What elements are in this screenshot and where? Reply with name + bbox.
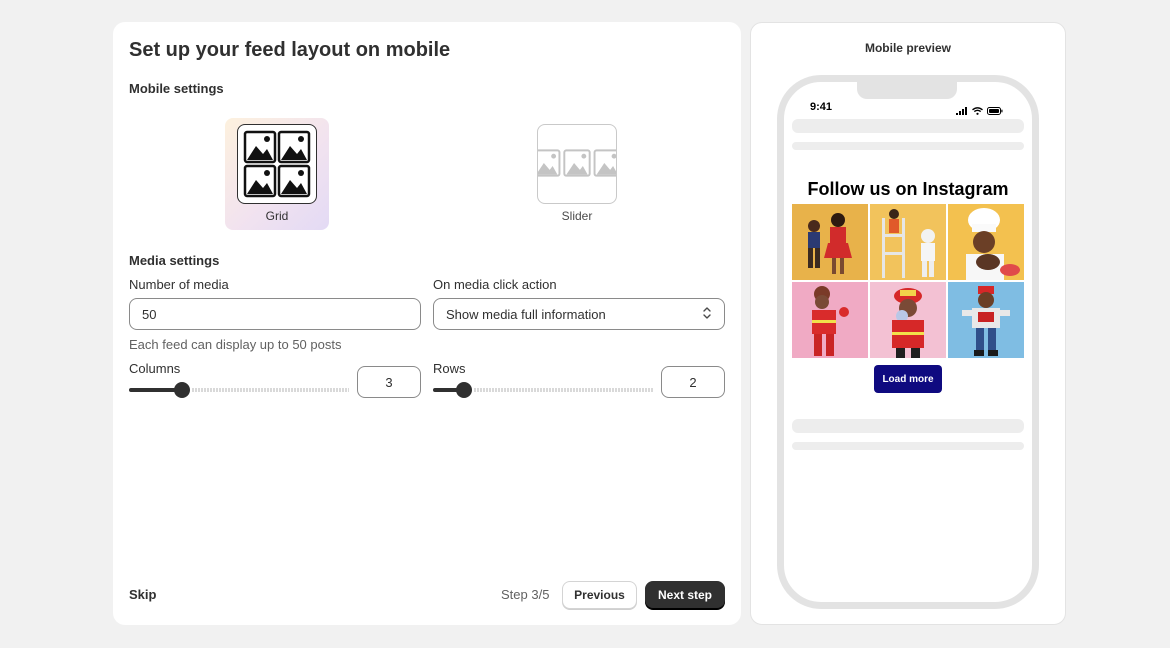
firefighter-kid-photo[interactable] (870, 282, 946, 358)
rows-slider[interactable] (433, 382, 653, 398)
page-title: Set up your feed layout on mobile (129, 39, 451, 61)
skeleton-bar (792, 142, 1024, 150)
number-of-media-input[interactable]: 50 (129, 298, 421, 330)
columns-value: 3 (385, 374, 393, 390)
status-bar-icons (956, 102, 1003, 120)
rows-input[interactable]: 2 (661, 366, 725, 398)
rows-label: Rows (433, 361, 466, 376)
signal-icon (956, 102, 968, 120)
firefighter-kid-pink-photo[interactable] (792, 282, 868, 358)
preview-title: Mobile preview (864, 41, 952, 55)
layout-option-label: Grid (265, 209, 289, 223)
skeleton-bar (792, 119, 1024, 133)
media-settings-heading: Media settings (129, 253, 220, 268)
kid-blue-wall-photo[interactable] (948, 282, 1024, 358)
click-action-select[interactable]: Show media full information (433, 298, 725, 330)
slider-thumb[interactable] (456, 382, 472, 398)
skeleton-bar (792, 442, 1024, 450)
number-of-media-label: Number of media (129, 277, 229, 292)
columns-slider[interactable] (129, 382, 349, 398)
cheerleader-kids-photo[interactable] (792, 204, 868, 280)
number-of-media-value: 50 (142, 306, 157, 322)
astronaut-kids-photo[interactable] (870, 204, 946, 280)
layout-option-slider[interactable]: Slider (525, 118, 629, 230)
mobile-preview-card: Mobile preview 9:41 Follow us on Instagr… (750, 22, 1066, 625)
columns-label: Columns (129, 361, 181, 376)
load-more-button[interactable]: Load more (874, 365, 942, 393)
status-time: 9:41 (810, 101, 833, 113)
grid-layout-icon (237, 124, 317, 204)
next-step-button[interactable]: Next step (645, 581, 725, 609)
layout-option-label: Slider (561, 209, 593, 223)
select-chevron-icon (702, 306, 712, 323)
phone-notch (857, 82, 957, 99)
feed-title: Follow us on Instagram (807, 179, 1009, 199)
battery-icon (987, 102, 1003, 120)
slider-track (474, 388, 653, 392)
feed-grid (792, 204, 1024, 358)
click-action-value: Show media full information (446, 306, 606, 322)
wifi-icon (972, 102, 983, 120)
slider-thumb[interactable] (174, 382, 190, 398)
step-indicator: Step 3/5 (501, 587, 550, 602)
layout-option-grid[interactable]: Grid (225, 118, 329, 230)
slider-layout-icon (537, 124, 617, 204)
rows-value: 2 (689, 374, 697, 390)
previous-button[interactable]: Previous (562, 581, 637, 609)
mobile-settings-heading: Mobile settings (129, 81, 224, 96)
chef-kid-photo[interactable] (948, 204, 1024, 280)
skeleton-bar (792, 419, 1024, 433)
slider-track (192, 388, 349, 392)
feed-layout-card: Set up your feed layout on mobile Mobile… (113, 22, 741, 625)
skip-button[interactable]: Skip (129, 587, 156, 602)
columns-input[interactable]: 3 (357, 366, 421, 398)
phone-frame: 9:41 Follow us on Instagram Load more (777, 75, 1039, 609)
click-action-label: On media click action (433, 277, 557, 292)
number-of-media-help: Each feed can display up to 50 posts (129, 337, 342, 352)
